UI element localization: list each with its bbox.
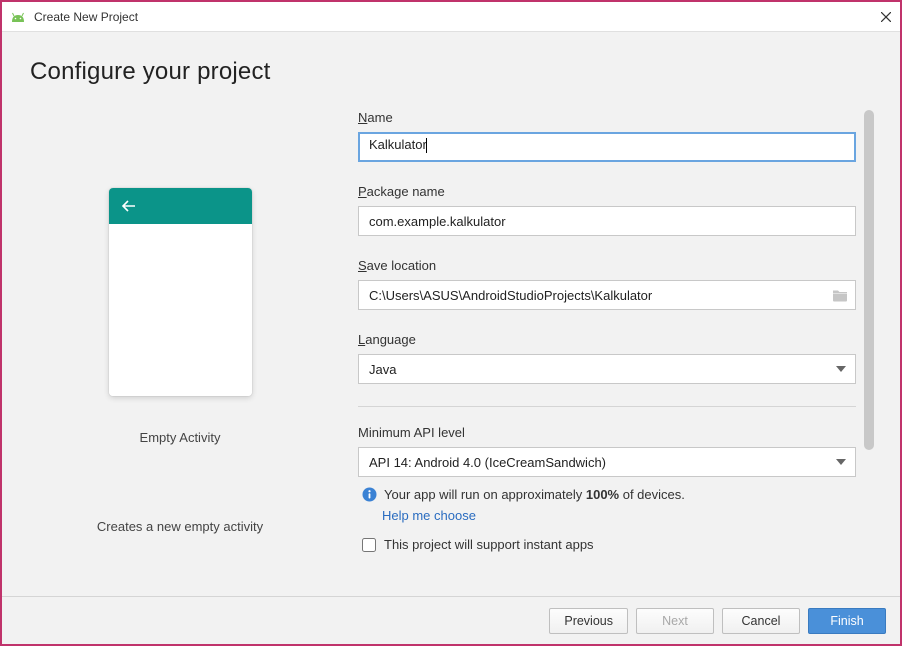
scrollbar[interactable] bbox=[864, 110, 874, 540]
form-scroll: Name Kalkulator Package name Save locati… bbox=[358, 110, 856, 596]
location-field-group: Save location bbox=[358, 258, 856, 310]
info-icon bbox=[362, 487, 377, 502]
content-area: Configure your project Empty Activity Cr… bbox=[2, 32, 900, 596]
instant-apps-checkbox[interactable] bbox=[362, 538, 376, 552]
body-columns: Empty Activity Creates a new empty activ… bbox=[30, 110, 878, 596]
back-arrow-icon bbox=[121, 199, 137, 213]
api-info-row: Your app will run on approximately 100% … bbox=[358, 487, 856, 502]
section-divider bbox=[358, 406, 856, 407]
instant-apps-row: This project will support instant apps bbox=[358, 537, 856, 552]
name-field-group: Name Kalkulator bbox=[358, 110, 856, 162]
api-label: Minimum API level bbox=[358, 425, 856, 440]
text-cursor bbox=[426, 138, 427, 153]
finish-button[interactable]: Finish bbox=[808, 608, 886, 634]
form-column: Name Kalkulator Package name Save locati… bbox=[358, 110, 878, 596]
location-input[interactable] bbox=[358, 280, 856, 310]
phone-preview-header bbox=[109, 188, 252, 224]
language-label: Language bbox=[358, 332, 856, 347]
close-button[interactable] bbox=[880, 11, 892, 23]
window-title: Create New Project bbox=[34, 10, 880, 24]
location-label: Save location bbox=[358, 258, 856, 273]
titlebar: Create New Project bbox=[2, 2, 900, 32]
previous-button[interactable]: Previous bbox=[549, 608, 628, 634]
language-select[interactable]: Java bbox=[358, 354, 856, 384]
api-select[interactable]: API 14: Android 4.0 (IceCreamSandwich) bbox=[358, 447, 856, 477]
package-input[interactable] bbox=[358, 206, 856, 236]
api-info-text: Your app will run on approximately 100% … bbox=[384, 487, 685, 502]
android-icon bbox=[10, 12, 26, 22]
help-me-choose-link[interactable]: Help me choose bbox=[382, 508, 476, 523]
package-field-group: Package name bbox=[358, 184, 856, 236]
phone-preview-body bbox=[109, 224, 252, 396]
folder-browse-icon[interactable] bbox=[832, 289, 848, 302]
page-heading: Configure your project bbox=[30, 58, 878, 86]
close-icon bbox=[881, 12, 891, 22]
template-preview-column: Empty Activity Creates a new empty activ… bbox=[30, 110, 330, 596]
instant-apps-label: This project will support instant apps bbox=[384, 537, 594, 552]
language-field-group: Language Java bbox=[358, 332, 856, 384]
package-label: Package name bbox=[358, 184, 856, 199]
cancel-button[interactable]: Cancel bbox=[722, 608, 800, 634]
api-field-group: Minimum API level API 14: Android 4.0 (I… bbox=[358, 425, 856, 477]
scrollbar-thumb[interactable] bbox=[864, 110, 874, 450]
phone-preview bbox=[109, 188, 252, 396]
dialog-window: Create New Project Configure your projec… bbox=[2, 2, 900, 644]
template-name: Empty Activity bbox=[140, 430, 221, 445]
name-input[interactable]: Kalkulator bbox=[358, 132, 856, 162]
footer-buttons: Previous Next Cancel Finish bbox=[2, 596, 900, 644]
template-description: Creates a new empty activity bbox=[97, 519, 263, 534]
name-label: Name bbox=[358, 110, 856, 125]
next-button: Next bbox=[636, 608, 714, 634]
